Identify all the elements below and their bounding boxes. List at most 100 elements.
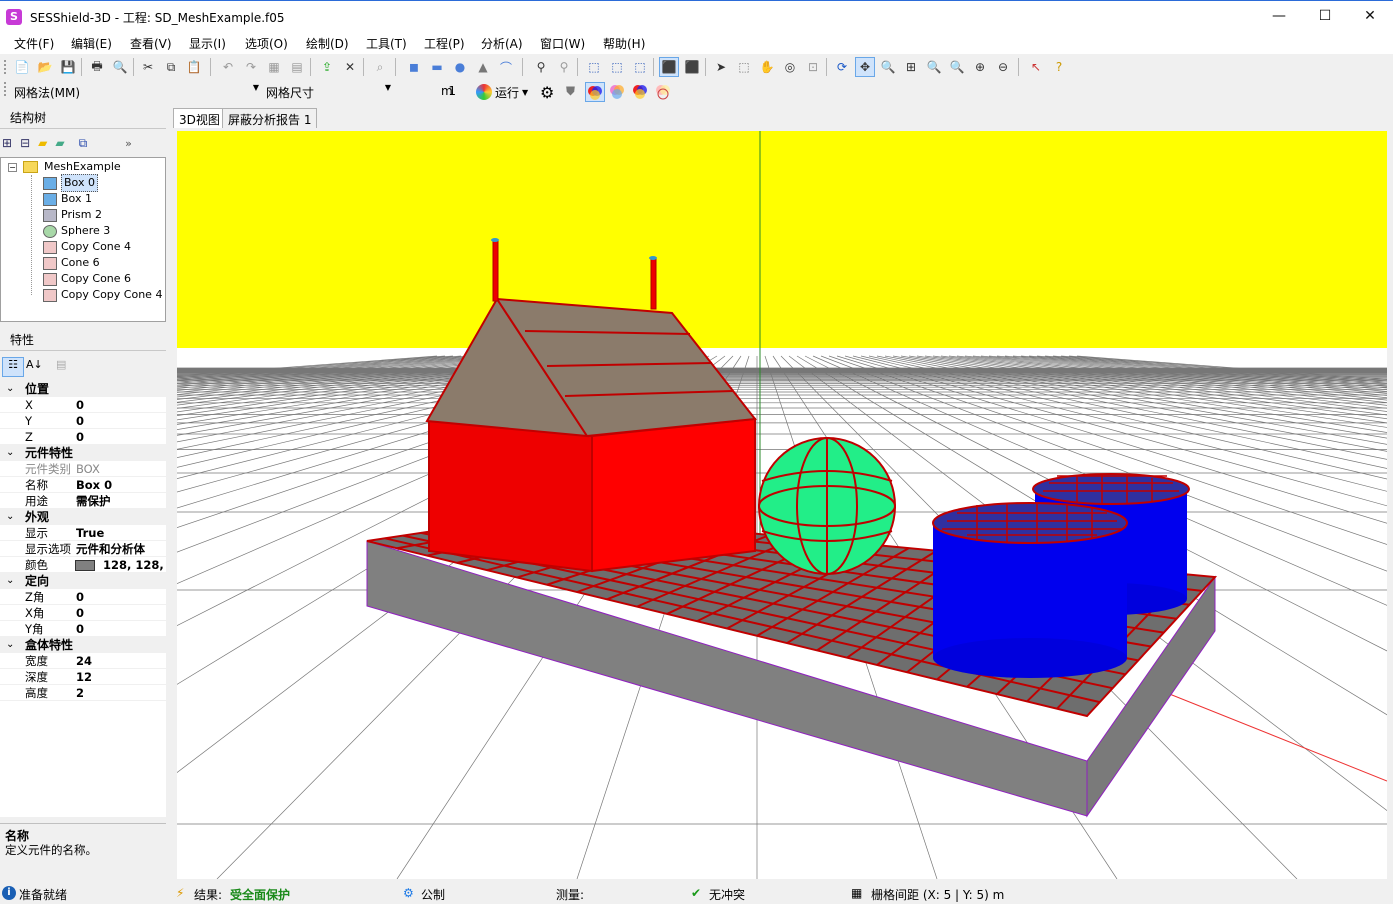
select-box-icon[interactable]: ⬚ [734,57,754,77]
ungroup-icon[interactable]: ▤ [287,57,307,77]
help-icon[interactable]: ? [1049,57,1069,77]
pan-hand-icon[interactable]: ✋ [757,57,777,77]
delete-icon[interactable]: ✕ [340,57,360,77]
print-icon[interactable]: 🖶 [87,57,107,77]
tree-root-label[interactable]: MeshExample [44,159,121,175]
menu-display[interactable]: 显示(I) [189,35,226,52]
menu-file[interactable]: 文件(F) [14,35,54,52]
property-row[interactable]: 用途 需保护 [0,493,166,509]
property-row[interactable]: 高度 2 [0,685,166,701]
3d-viewport[interactable] [177,131,1387,879]
maximize-button[interactable]: ☐ [1302,1,1348,32]
copy-icon[interactable]: ⧉ [161,57,181,77]
tree-item[interactable]: Copy Cone 6 [43,271,131,287]
menu-edit[interactable]: 编辑(E) [71,35,112,52]
sort-alpha-icon[interactable]: A↓ [26,358,43,371]
tree-item[interactable]: Box 1 [43,191,92,207]
tree-item[interactable]: Prism 2 [43,207,102,223]
orbit-icon[interactable]: ◎ [780,57,800,77]
draw-box-icon[interactable]: ◼ [404,57,424,77]
close-button[interactable]: ✕ [1347,1,1393,32]
menu-window[interactable]: 窗口(W) [540,35,585,52]
context-help-icon[interactable]: ↖ [1026,57,1046,77]
property-row[interactable]: 名称 Box 0 [0,477,166,493]
group-icon[interactable]: ▦ [264,57,284,77]
toolbar-grip[interactable] [4,82,9,96]
color-mode-3-icon[interactable] [631,82,651,102]
collapse-all-icon[interactable]: ⊟ [20,136,30,150]
zoom-previous-icon[interactable]: 🔍 [924,57,944,77]
draw-cylinder-icon[interactable]: ▬ [427,57,447,77]
zoom-dynamic-icon[interactable]: 🔍 [878,57,898,77]
tree-item[interactable]: Sphere 3 [43,223,110,239]
property-category[interactable]: ⌄ 位置 [0,381,166,397]
save-icon[interactable]: 💾 [58,57,78,77]
color-mode-1-icon[interactable] [585,82,605,102]
property-row[interactable]: X0 [0,397,166,413]
open-folder-icon[interactable]: ▰ [55,136,64,150]
property-category[interactable]: ⌄ 盒体特性 [0,637,166,653]
find-icon[interactable]: ⌕ [370,57,390,77]
measure-icon[interactable]: ⊡ [803,57,823,77]
categorized-icon[interactable]: ☷ [2,357,24,377]
open-folder-icon[interactable]: 📂 [35,57,55,77]
tab-3d-view[interactable]: 3D视图 [173,108,226,128]
collapse-toggle-icon[interactable]: − [8,163,17,172]
menu-options[interactable]: 选项(O) [245,35,288,52]
property-row[interactable]: Y0 [0,413,166,429]
property-row[interactable]: 显示选项 元件和分析体 [0,541,166,557]
run-button[interactable]: 运行 ▼ [476,82,542,102]
draw-sphere-icon[interactable]: ● [450,57,470,77]
rotate-icon[interactable]: ⟳ [832,57,852,77]
grid-value-field[interactable]: 1 [398,82,470,102]
shield-icon[interactable]: ⛊ [566,84,575,99]
settings-gear-icon[interactable]: ⚙ [540,83,554,102]
property-row[interactable]: X角 0 [0,605,166,621]
view-shaded-icon[interactable]: ⬛ [682,57,702,77]
color-mode-2-icon[interactable] [608,82,628,102]
property-row[interactable]: 元件类别 BOX [0,461,166,477]
snap-icon[interactable]: ⚲ [531,57,551,77]
toolbar-grip[interactable] [4,60,9,74]
tree-item[interactable]: Copy Cone 4 [43,239,131,255]
expand-all-icon[interactable]: ⊞ [2,136,12,150]
color-mode-4-icon[interactable] [654,82,674,102]
view-front-icon[interactable]: ⬚ [584,57,604,77]
property-category[interactable]: ⌄ 定向 [0,573,166,589]
property-category[interactable]: ⌄ 外观 [0,509,166,525]
menu-view[interactable]: 查看(V) [130,35,172,52]
new-file-icon[interactable]: 📄 [12,57,32,77]
link-icon[interactable]: ⧉ [79,136,88,151]
property-category[interactable]: ⌄ 元件特性 [0,445,166,461]
import-icon[interactable]: ⇪ [317,57,337,77]
draw-prism-icon[interactable]: ▲ [473,57,493,77]
property-row[interactable]: 宽度 24 [0,653,166,669]
align-icon[interactable]: ⚲ [554,57,574,77]
property-row[interactable]: 深度 12 [0,669,166,685]
select-arrow-icon[interactable]: ➤ [711,57,731,77]
property-row[interactable]: 显示 True [0,525,166,541]
move-icon[interactable]: ✥ [855,57,875,77]
zoom-out-icon[interactable]: ⊖ [993,57,1013,77]
undo-icon[interactable]: ↶ [218,57,238,77]
tab-shield-report[interactable]: 屏蔽分析报告 1 [222,108,318,128]
menu-analysis[interactable]: 分析(A) [481,35,523,52]
cut-icon[interactable]: ✂ [138,57,158,77]
mesh-size-select[interactable]: 网格尺寸 ▼ [264,82,394,102]
property-row[interactable]: Z0 [0,429,166,445]
menu-project[interactable]: 工程(P) [424,35,465,52]
print-preview-icon[interactable]: 🔍 [110,57,130,77]
menu-draw[interactable]: 绘制(D) [306,35,349,52]
property-row[interactable]: 颜色 128, 128, 128 [0,557,166,573]
tree-item[interactable]: Cone 6 [43,255,100,271]
zoom-window-icon[interactable]: ⊞ [901,57,921,77]
mesh-method-select[interactable]: 网格法(MM) ▼ [12,82,262,102]
property-row[interactable]: Z角 0 [0,589,166,605]
tree-item[interactable]: Copy Copy Cone 4 [43,287,162,303]
redo-icon[interactable]: ↷ [241,57,261,77]
chevron-right-icon[interactable]: » [125,137,132,150]
menu-tools[interactable]: 工具(T) [366,35,407,52]
tree-item[interactable]: Box 0 [43,174,98,192]
new-folder-icon[interactable]: ▰ [38,136,47,150]
menu-help[interactable]: 帮助(H) [603,35,645,52]
